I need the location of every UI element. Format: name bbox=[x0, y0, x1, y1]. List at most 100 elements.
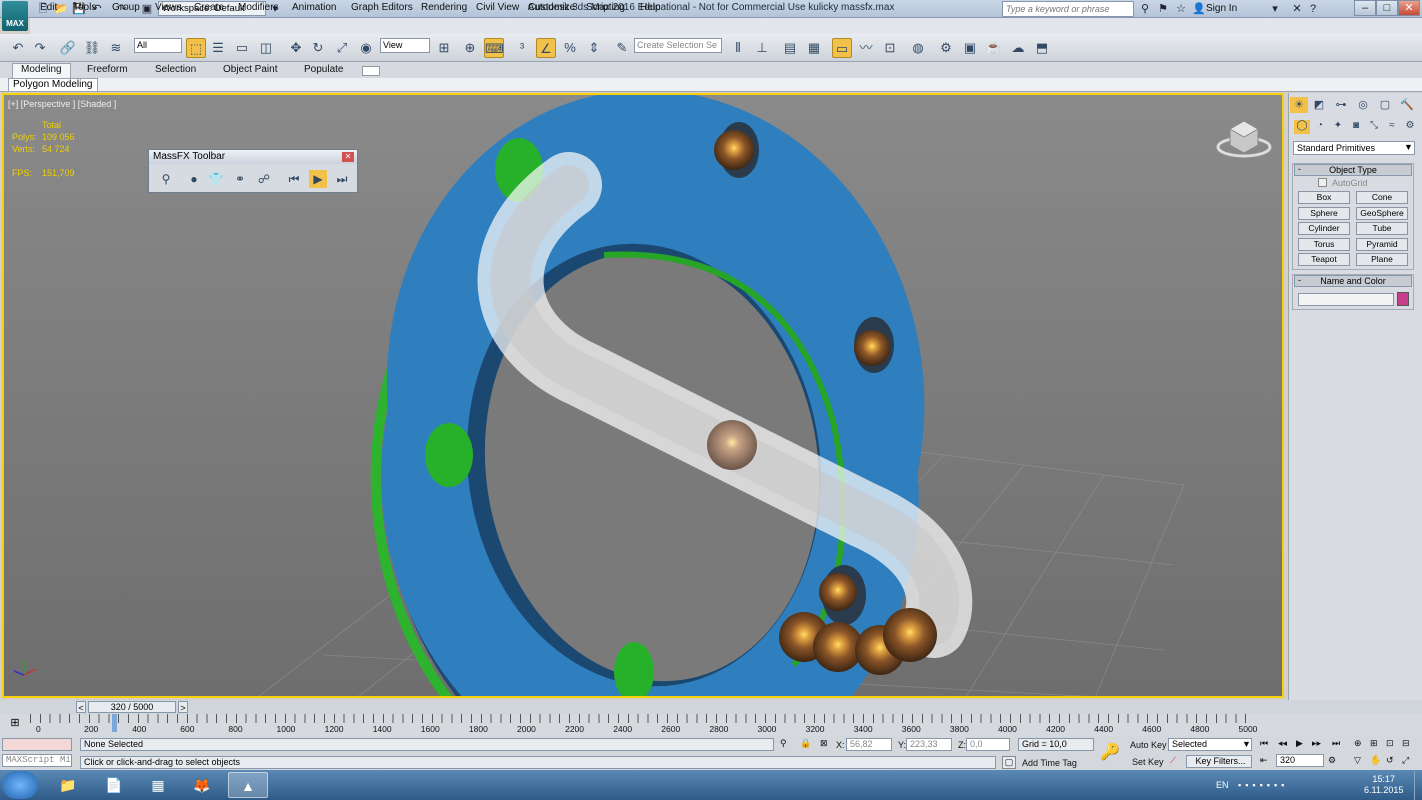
minimize-button[interactable]: – bbox=[1354, 0, 1376, 16]
menu-rendering[interactable]: Rendering bbox=[421, 2, 467, 13]
object-color-swatch[interactable] bbox=[1397, 292, 1409, 306]
zoom-icon[interactable]: ⊕ bbox=[1354, 738, 1362, 749]
tab-modeling[interactable]: Modeling bbox=[12, 63, 71, 78]
menu-civil-view[interactable]: Civil View bbox=[476, 2, 519, 13]
go-to-start-icon[interactable]: ⏮ bbox=[1260, 738, 1268, 749]
pan-icon[interactable]: ✋ bbox=[1370, 755, 1381, 766]
schematic-view-icon[interactable]: ⊡ bbox=[880, 38, 900, 58]
material-editor-icon[interactable]: ◍ bbox=[908, 38, 928, 58]
menu-scripting[interactable]: Scripting bbox=[586, 2, 625, 13]
plane-button[interactable]: Plane bbox=[1356, 253, 1408, 266]
menu-graph-editors[interactable]: Graph Editors bbox=[351, 2, 413, 13]
menu-help[interactable]: Help bbox=[640, 2, 661, 13]
clock[interactable]: 15:17 6.11.2015 bbox=[1364, 774, 1403, 796]
motion-tab-icon[interactable]: ◎ bbox=[1354, 97, 1372, 113]
geometry-icon[interactable]: ◯ bbox=[1294, 120, 1310, 134]
hierarchy-tab-icon[interactable]: ⊶ bbox=[1332, 97, 1350, 113]
tab-freeform[interactable]: Freeform bbox=[87, 64, 128, 75]
zoom-extents-all-icon[interactable]: ⊟ bbox=[1402, 738, 1410, 749]
menu-group[interactable]: Group bbox=[112, 2, 140, 13]
maximize-viewport-icon[interactable]: ⤢ bbox=[1402, 755, 1409, 766]
cameras-icon[interactable]: ◙ bbox=[1348, 120, 1364, 134]
object-type-header[interactable]: Object Type bbox=[1294, 164, 1412, 176]
close-icon[interactable]: ✕ bbox=[342, 152, 354, 162]
display-tab-icon[interactable]: ▢ bbox=[1376, 97, 1394, 113]
scale-icon[interactable]: ⤢ bbox=[332, 38, 352, 58]
menu-modifiers[interactable]: Modifiers bbox=[238, 2, 279, 13]
ragdoll-icon[interactable]: ☍ bbox=[255, 170, 273, 188]
bind-spacewarp-icon[interactable]: ≋ bbox=[106, 38, 126, 58]
reference-coordinate-select[interactable]: View bbox=[380, 38, 430, 53]
next-frame-icon[interactable]: ▸▸ bbox=[1312, 738, 1321, 749]
redo-icon[interactable]: ↷ bbox=[30, 38, 50, 58]
menu-tools[interactable]: Tools bbox=[73, 2, 96, 13]
menu-edit[interactable]: Edit bbox=[40, 2, 57, 13]
a360-cloud-icon[interactable]: ⬒ bbox=[1032, 38, 1052, 58]
reset-simulation-icon[interactable]: ⏮ bbox=[285, 170, 303, 188]
undo-icon[interactable]: ↶ bbox=[8, 38, 28, 58]
calculator-icon[interactable]: ▦ bbox=[138, 772, 178, 798]
named-selection-set-input[interactable]: Create Selection Se bbox=[634, 38, 722, 53]
file-explorer-icon[interactable]: 📁 bbox=[48, 772, 88, 798]
select-object-icon[interactable]: ⬚ bbox=[186, 38, 206, 58]
utilities-tab-icon[interactable]: 🔨 bbox=[1398, 97, 1416, 113]
massfx-title[interactable]: MassFX Toolbar bbox=[149, 150, 357, 164]
place-icon[interactable]: ◉ bbox=[356, 38, 376, 58]
transform-type-in-icon[interactable]: ⊠ bbox=[820, 738, 828, 749]
systems-icon[interactable]: ⚙ bbox=[1402, 120, 1418, 134]
cylinder-button[interactable]: Cylinder bbox=[1298, 222, 1350, 235]
show-desktop-button[interactable] bbox=[1414, 771, 1422, 800]
zoom-all-icon[interactable]: ⊞ bbox=[1370, 738, 1378, 749]
star-icon[interactable]: ☆ bbox=[1174, 2, 1188, 16]
select-manipulate-icon[interactable]: ⊕ bbox=[460, 38, 480, 58]
window-crossing-icon[interactable]: ◫ bbox=[256, 38, 276, 58]
key-tangent-icon[interactable]: ⟋ bbox=[1170, 755, 1176, 766]
massfx-toolbar[interactable]: MassFX Toolbar ✕ ⚲ ● 👕 ⚭ ☍ ⏮ ▶ ⏭ bbox=[148, 149, 358, 193]
go-to-end-icon[interactable]: ⏭ bbox=[1332, 738, 1340, 749]
render-production-icon[interactable]: ☕ bbox=[984, 38, 1004, 58]
percent-snap-icon[interactable]: % bbox=[560, 38, 580, 58]
ribbon-toggle-icon[interactable]: ▭ bbox=[832, 38, 852, 58]
edit-named-selection-icon[interactable]: ✎ bbox=[612, 38, 632, 58]
pyramid-button[interactable]: Pyramid bbox=[1356, 238, 1408, 251]
object-name-input[interactable] bbox=[1298, 293, 1394, 306]
rectangular-selection-icon[interactable]: ▭ bbox=[232, 38, 252, 58]
menu-create[interactable]: Create bbox=[194, 2, 224, 13]
tab-populate[interactable]: Populate bbox=[304, 64, 343, 75]
key-mode-select[interactable]: Selected bbox=[1168, 738, 1252, 751]
unlink-icon[interactable]: ⛓ bbox=[82, 38, 102, 58]
set-key-button[interactable]: Set Key bbox=[1132, 757, 1164, 767]
shapes-icon[interactable]: ◔ bbox=[1312, 120, 1328, 134]
app-logo-button[interactable]: MAX bbox=[2, 1, 28, 31]
orbit-icon[interactable]: ↺ bbox=[1386, 755, 1394, 766]
align-icon[interactable]: ⊥ bbox=[752, 38, 772, 58]
help-icon[interactable]: ? bbox=[1306, 2, 1320, 16]
field-of-view-icon[interactable]: ▽ bbox=[1354, 755, 1361, 766]
viewcube-icon[interactable] bbox=[1216, 120, 1272, 158]
start-button[interactable] bbox=[2, 771, 38, 799]
spacewarps-icon[interactable]: ≈ bbox=[1384, 120, 1400, 134]
play-icon[interactable]: ▶ bbox=[1296, 738, 1303, 749]
maximize-button[interactable]: □ bbox=[1376, 0, 1398, 16]
time-slider[interactable] bbox=[0, 700, 1422, 714]
link-icon[interactable]: 🔗 bbox=[58, 38, 78, 58]
move-icon[interactable]: ✥ bbox=[286, 38, 306, 58]
key-filters-button[interactable]: Key Filters... bbox=[1186, 755, 1252, 768]
torus-button[interactable]: Torus bbox=[1298, 238, 1350, 251]
box-button[interactable]: Box bbox=[1298, 191, 1350, 204]
firefox-icon[interactable]: 🦊 bbox=[182, 772, 222, 798]
next-frame-arrow-icon[interactable]: > bbox=[178, 701, 188, 713]
tube-button[interactable]: Tube bbox=[1356, 222, 1408, 235]
curve-editor-icon[interactable]: 〰 bbox=[856, 38, 876, 58]
project-folder-icon[interactable]: ▣ bbox=[140, 2, 154, 16]
subscription-icon[interactable]: ⚑ bbox=[1156, 2, 1170, 16]
rigid-body-icon[interactable]: ● bbox=[185, 170, 203, 188]
menu-animation[interactable]: Animation bbox=[292, 2, 336, 13]
tab-object-paint[interactable]: Object Paint bbox=[223, 64, 277, 75]
toggle-scene-explorer-icon[interactable]: ▤ bbox=[780, 38, 800, 58]
spinner-snap-icon[interactable]: ⇕ bbox=[584, 38, 604, 58]
lights-icon[interactable]: ✦ bbox=[1330, 120, 1346, 134]
sphere-button[interactable]: Sphere bbox=[1298, 207, 1350, 220]
mirror-icon[interactable]: ⫴ bbox=[728, 38, 748, 58]
step-simulation-icon[interactable]: ⏭ bbox=[333, 170, 351, 188]
